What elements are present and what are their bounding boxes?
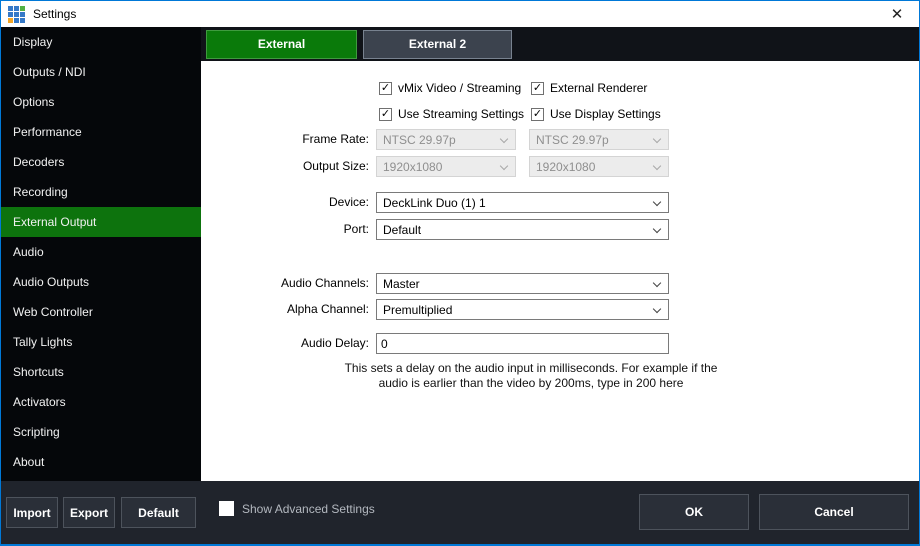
alpha-channel-select[interactable]: Premultiplied [376, 299, 669, 320]
sidebar-item-external-output[interactable]: External Output [1, 207, 201, 237]
sidebar-item-about[interactable]: About [1, 447, 201, 477]
port-value: Default [383, 223, 421, 237]
frame-rate-label: Frame Rate: [201, 132, 369, 146]
sidebar-item-outputs-ndi[interactable]: Outputs / NDI [1, 57, 201, 87]
ok-button[interactable]: OK [639, 494, 749, 530]
show-advanced-settings-label: Show Advanced Settings [242, 502, 375, 516]
output-size-select-2: 1920x1080 [529, 156, 669, 177]
audio-channels-label: Audio Channels: [201, 276, 369, 290]
frame-rate-value-2: NTSC 29.97p [536, 133, 609, 147]
frame-rate-value-1: NTSC 29.97p [383, 133, 456, 147]
cancel-button[interactable]: Cancel [759, 494, 909, 530]
sidebar-item-options[interactable]: Options [1, 87, 201, 117]
audio-channels-value: Master [383, 277, 420, 291]
sidebar: Display Outputs / NDI Options Performanc… [1, 27, 201, 482]
sidebar-item-recording[interactable]: Recording [1, 177, 201, 207]
port-label: Port: [201, 222, 369, 236]
output-size-value-1: 1920x1080 [383, 160, 442, 174]
audio-delay-help-text: This sets a delay on the audio input in … [331, 361, 731, 391]
output-size-select-1: 1920x1080 [376, 156, 516, 177]
show-advanced-settings-row: Show Advanced Settings [219, 501, 375, 516]
alpha-channel-value: Premultiplied [383, 303, 452, 317]
frame-rate-select-2: NTSC 29.97p [529, 129, 669, 150]
port-select[interactable]: Default [376, 219, 669, 240]
use-streaming-settings-label: Use Streaming Settings [398, 107, 524, 121]
show-advanced-settings-checkbox[interactable] [219, 501, 234, 516]
main-panel: External External 2 vMix Video / Streami… [201, 27, 919, 482]
chevron-down-icon [653, 198, 661, 206]
sidebar-item-web-controller[interactable]: Web Controller [1, 297, 201, 327]
external-output-form: vMix Video / Streaming External Renderer… [201, 61, 919, 482]
audio-channels-select[interactable]: Master [376, 273, 669, 294]
sidebar-item-activators[interactable]: Activators [1, 387, 201, 417]
vmix-video-streaming-checkbox[interactable] [379, 82, 392, 95]
audio-delay-input[interactable] [376, 333, 669, 354]
device-value: DeckLink Duo (1) 1 [383, 196, 486, 210]
sidebar-item-decoders[interactable]: Decoders [1, 147, 201, 177]
sidebar-item-shortcuts[interactable]: Shortcuts [1, 357, 201, 387]
use-display-settings-row: Use Display Settings [531, 106, 661, 122]
default-button[interactable]: Default [121, 497, 196, 528]
sidebar-item-audio[interactable]: Audio [1, 237, 201, 267]
external-renderer-row: External Renderer [531, 80, 647, 96]
vmix-video-streaming-label: vMix Video / Streaming [398, 81, 521, 95]
use-streaming-settings-checkbox[interactable] [379, 108, 392, 121]
tab-external[interactable]: External [206, 30, 357, 59]
titlebar: Settings ✕ [1, 1, 919, 27]
vmix-video-streaming-row: vMix Video / Streaming [379, 80, 521, 96]
chevron-down-icon [653, 162, 661, 170]
external-renderer-label: External Renderer [550, 81, 647, 95]
audio-delay-label: Audio Delay: [201, 336, 369, 350]
vmix-logo-icon [8, 6, 25, 23]
output-size-label: Output Size: [201, 159, 369, 173]
frame-rate-select-1: NTSC 29.97p [376, 129, 516, 150]
tab-strip: External External 2 [201, 27, 919, 61]
output-size-value-2: 1920x1080 [536, 160, 595, 174]
sidebar-item-display[interactable]: Display [1, 27, 201, 57]
window-title: Settings [33, 7, 76, 21]
sidebar-item-tally-lights[interactable]: Tally Lights [1, 327, 201, 357]
chevron-down-icon [500, 162, 508, 170]
close-icon[interactable]: ✕ [882, 1, 912, 27]
settings-window: Settings ✕ Display Outputs / NDI Options… [0, 0, 920, 546]
chevron-down-icon [500, 135, 508, 143]
use-display-settings-checkbox[interactable] [531, 108, 544, 121]
sidebar-item-audio-outputs[interactable]: Audio Outputs [1, 267, 201, 297]
device-select[interactable]: DeckLink Duo (1) 1 [376, 192, 669, 213]
use-display-settings-label: Use Display Settings [550, 107, 661, 121]
alpha-channel-label: Alpha Channel: [201, 302, 369, 316]
footer-bar: Import Export Default Show Advanced Sett… [1, 481, 919, 544]
chevron-down-icon [653, 305, 661, 313]
use-streaming-settings-row: Use Streaming Settings [379, 106, 524, 122]
device-label: Device: [201, 195, 369, 209]
sidebar-item-scripting[interactable]: Scripting [1, 417, 201, 447]
tab-external-2[interactable]: External 2 [363, 30, 512, 59]
chevron-down-icon [653, 225, 661, 233]
chevron-down-icon [653, 279, 661, 287]
external-renderer-checkbox[interactable] [531, 82, 544, 95]
export-button[interactable]: Export [63, 497, 115, 528]
sidebar-item-performance[interactable]: Performance [1, 117, 201, 147]
import-button[interactable]: Import [6, 497, 58, 528]
chevron-down-icon [653, 135, 661, 143]
